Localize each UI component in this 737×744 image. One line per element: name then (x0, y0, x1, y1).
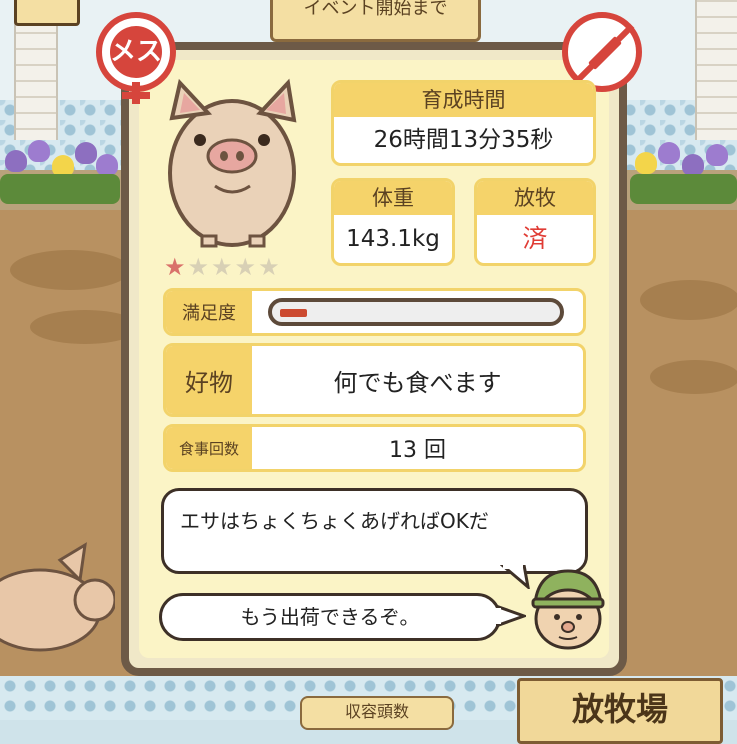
flower-bed-right (630, 140, 737, 210)
growth-time-value: 26時間13分35秒 (373, 127, 554, 153)
background-pig (0, 542, 115, 652)
flower-bed-left (0, 140, 120, 210)
satisfaction-row: 満足度 (163, 288, 586, 336)
satisfaction-gauge-fill (280, 309, 307, 317)
star-empty: ★★★★ (187, 253, 282, 281)
pasture-label: 放牧 (477, 181, 593, 215)
female-symbol-bar (122, 92, 150, 99)
pig-portrait (168, 78, 297, 248)
mud-patch (640, 280, 737, 320)
farmer-avatar (531, 569, 605, 650)
pasture-box: 放牧 済 (474, 178, 596, 266)
weight-label: 体重 (334, 181, 452, 215)
capacity-sign: 収容頭数 (300, 696, 454, 730)
meal-count-value: 13 回 (389, 438, 446, 463)
pasture-value: 済 (522, 224, 548, 253)
satisfaction-label: 満足度 (166, 291, 252, 333)
favorite-food-value: 何でも食べます (333, 368, 502, 397)
meal-count-label: 食事回数 (166, 427, 252, 469)
star-filled: ★ (164, 253, 188, 281)
rating-stars: ★★★★★ (164, 253, 282, 281)
prohibit-slash (573, 23, 635, 85)
speech-bubble-tip: エサはちょくちょくあげればOKだ (161, 488, 588, 574)
event-countdown-sign: イベント開始まで (270, 0, 481, 42)
satisfaction-gauge (268, 298, 564, 326)
meal-count-row: 食事回数 13 回 (163, 424, 586, 472)
speech-bubble-tail (496, 604, 526, 628)
pasture-sign: 放牧場 (517, 678, 723, 744)
brick-pillar-right (695, 0, 737, 140)
speech-bubble-status[interactable]: もう出荷できるぞ。 (159, 593, 501, 641)
favorite-food-row: 好物 何でも食べます (163, 343, 586, 417)
growth-time-label: 育成時間 (334, 83, 593, 117)
growth-time-box: 育成時間 26時間13分35秒 (331, 80, 596, 166)
background-sign-left (14, 0, 80, 26)
female-badge-label: メス (110, 26, 162, 78)
mud-patch (650, 360, 737, 394)
mud-patch (10, 250, 130, 290)
weight-box: 体重 143.1kg (331, 178, 455, 266)
weight-value: 143.1kg (346, 226, 440, 252)
favorite-food-label: 好物 (166, 346, 252, 414)
